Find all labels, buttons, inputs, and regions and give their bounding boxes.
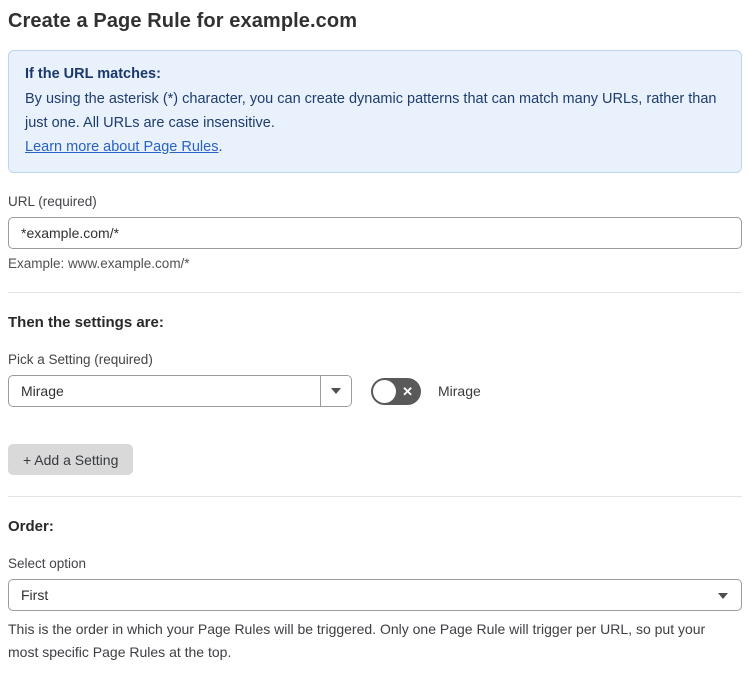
url-example-helper: Example: www.example.com/* [8,256,190,271]
divider [8,292,742,293]
toggle-label: Mirage [438,383,481,399]
url-field-label: URL (required) [8,194,97,209]
link-period: . [218,139,223,155]
info-box-heading: If the URL matches: [25,66,161,82]
order-section-heading: Order: [8,518,54,535]
order-select[interactable]: First [8,579,742,611]
toggle-off-x-icon: ✕ [402,383,413,399]
page-title: Create a Page Rule for example.com [8,10,358,32]
setting-select-value: Mirage [21,383,64,399]
setting-select[interactable]: Mirage [8,375,352,407]
toggle-knob [373,379,396,403]
settings-section-heading: Then the settings are: [8,314,164,331]
mirage-toggle[interactable]: ✕ [371,377,421,405]
add-setting-button[interactable]: + Add a Setting [8,444,134,475]
chevron-down-icon [718,593,728,599]
setting-select-arrow-button[interactable] [320,376,351,406]
create-page-rule-form: Create a Page Rule for example.com If th… [0,0,750,684]
order-select-value: First [21,587,49,603]
info-box-body: By using the asterisk (*) character, you… [25,91,717,131]
url-match-info-box: If the URL matches: By using the asteris… [8,50,742,173]
setting-row: Mirage ✕ Mirage [8,375,742,407]
info-box-footer: Learn more about Page Rules. [25,135,725,159]
order-helper-text: This is the order in which your Page Rul… [8,621,706,660]
divider [8,496,742,497]
learn-more-link[interactable]: Learn more about Page Rules [25,139,218,155]
chevron-down-icon [331,388,341,394]
order-select-label: Select option [8,556,87,571]
pick-setting-label: Pick a Setting (required) [8,352,153,367]
url-input[interactable] [8,217,742,249]
